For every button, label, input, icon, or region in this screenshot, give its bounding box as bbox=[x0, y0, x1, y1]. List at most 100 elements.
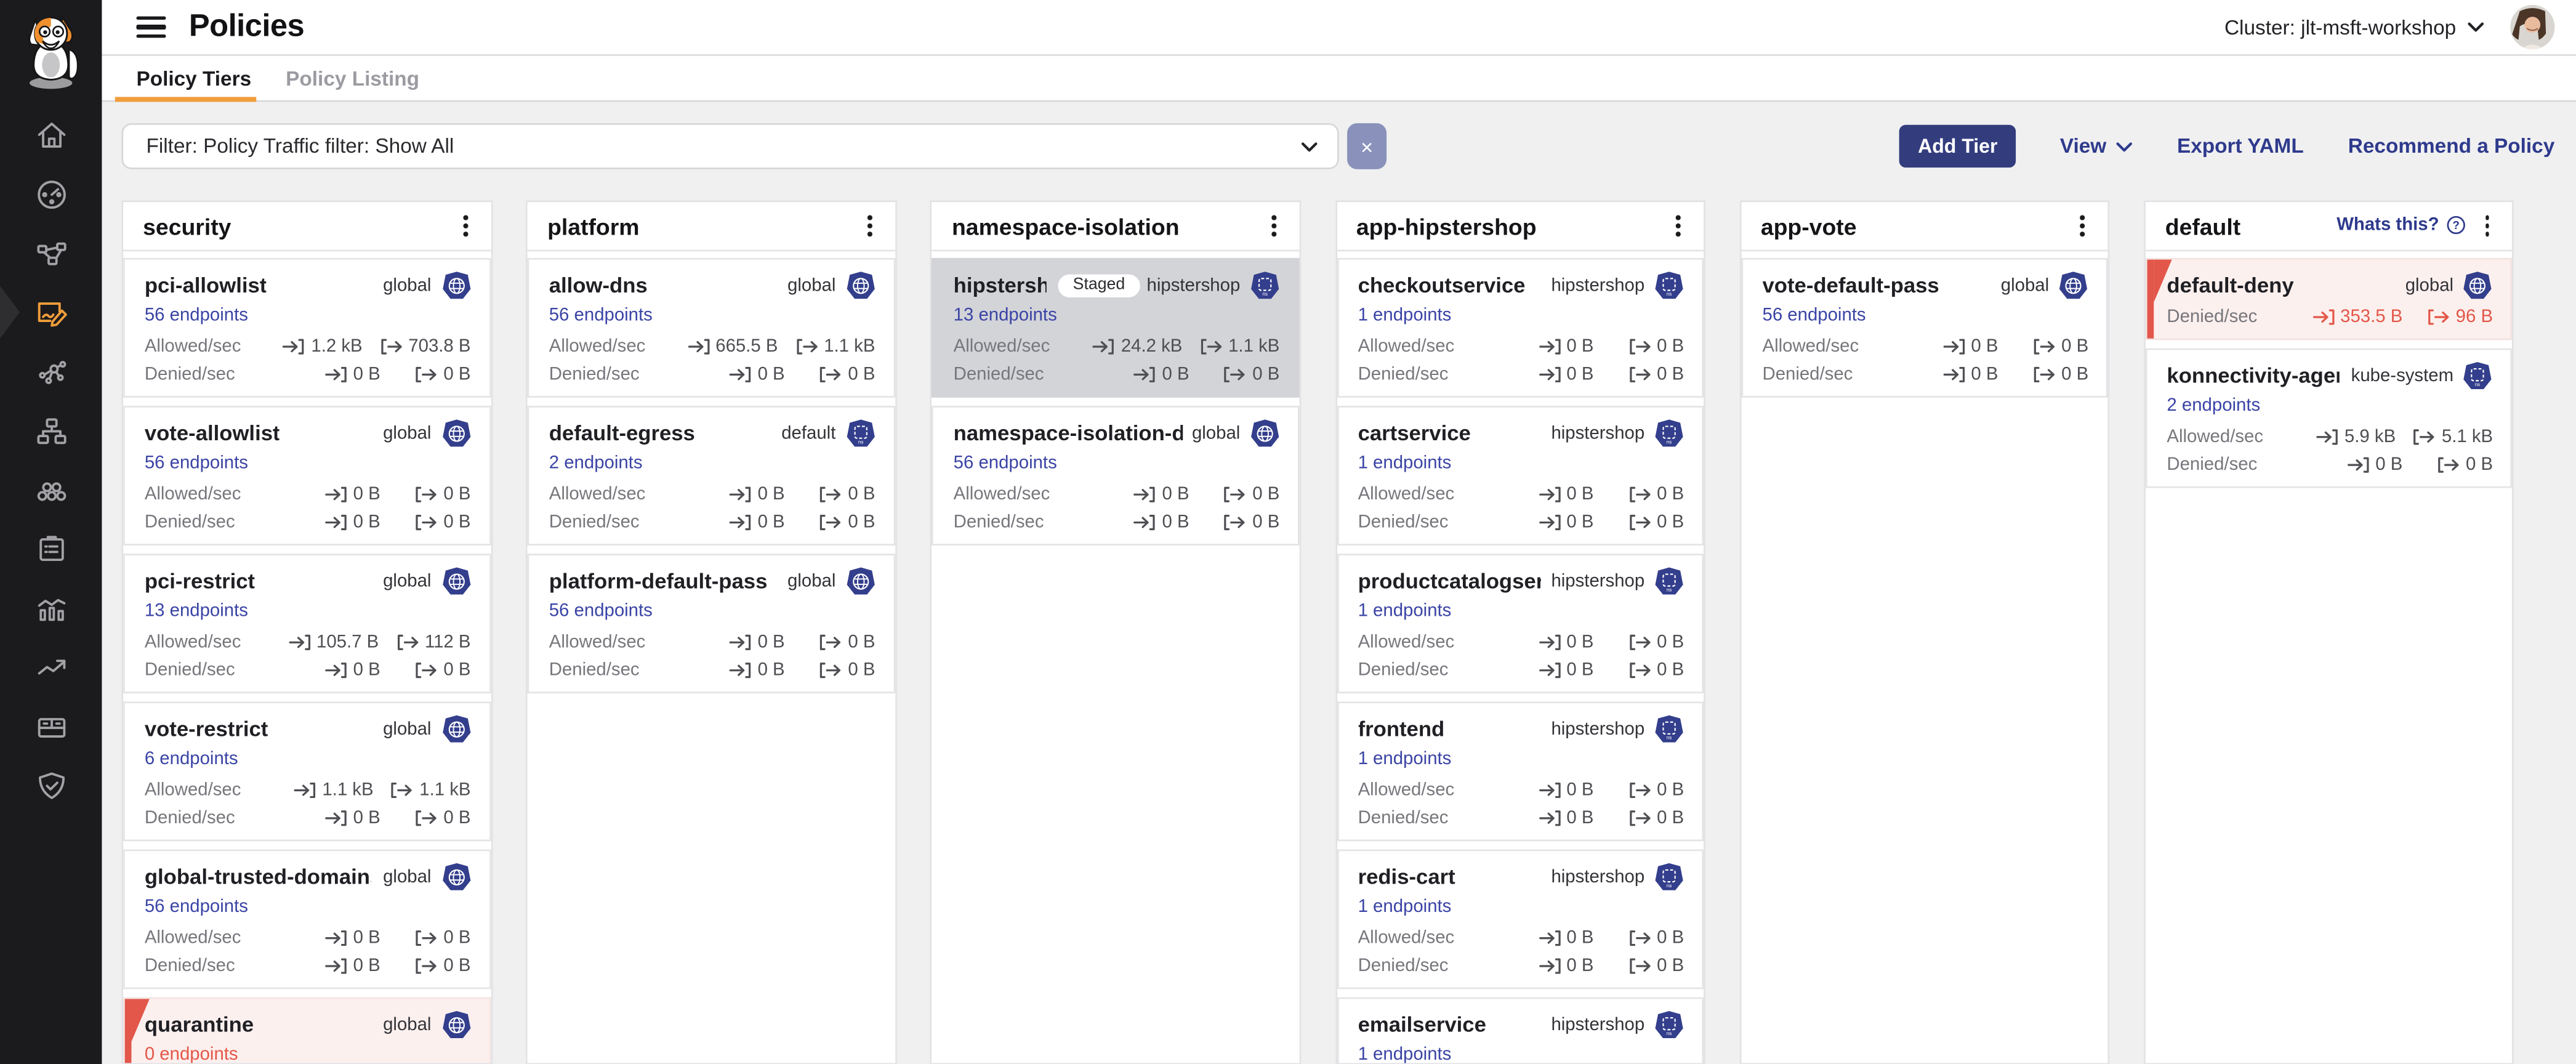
sidebar-item-service-graph[interactable] bbox=[0, 224, 102, 283]
card-list: default-deny global Denied/sec 353.5 B bbox=[2146, 258, 2513, 488]
policy-card[interactable]: emailservice hipstershop ns 1 endpoints … bbox=[1337, 997, 1704, 1064]
allowed-in-value: 0 B bbox=[758, 632, 785, 652]
tier-menu-kebab-icon[interactable] bbox=[1265, 210, 1283, 241]
policy-card[interactable]: redis-cart hipstershop ns 1 endpoints Al… bbox=[1337, 850, 1704, 989]
tier-menu-kebab-icon[interactable] bbox=[2074, 210, 2092, 241]
endpoints-link[interactable]: 56 endpoints bbox=[145, 897, 248, 917]
ingress-traffic-icon bbox=[1943, 366, 1965, 383]
namespace-scope-icon: ns bbox=[2463, 361, 2493, 390]
tier-menu-kebab-icon[interactable] bbox=[1670, 210, 1688, 241]
endpoints-link[interactable]: 1 endpoints bbox=[1358, 602, 1452, 621]
endpoints-link[interactable]: 56 endpoints bbox=[549, 305, 653, 325]
policy-card[interactable]: checkoutservice hipstershop ns 1 endpoin… bbox=[1337, 258, 1704, 398]
whats-this-link[interactable]: Whats this? ? bbox=[2337, 216, 2465, 236]
endpoints-link[interactable]: 1 endpoints bbox=[1358, 305, 1452, 325]
policy-card[interactable]: quarantine global 0 endpoints bbox=[123, 997, 490, 1064]
clear-filter-button[interactable]: × bbox=[1347, 123, 1387, 169]
namespace-scope-icon: ns bbox=[1654, 1010, 1684, 1039]
policy-card[interactable]: global-trusted-domains global 56 endpoin… bbox=[123, 850, 490, 989]
policy-scope-label: global bbox=[2405, 275, 2453, 295]
shield-check-icon bbox=[34, 768, 68, 802]
endpoints-link[interactable]: 2 endpoints bbox=[2167, 396, 2260, 416]
endpoints-link[interactable]: 56 endpoints bbox=[549, 602, 653, 621]
endpoints-link[interactable]: 56 endpoints bbox=[145, 453, 248, 473]
policy-card[interactable]: namespace-isolation-default-p… global 56… bbox=[932, 406, 1299, 546]
policy-card[interactable]: default-deny global Denied/sec 353.5 B bbox=[2146, 258, 2513, 340]
policy-card[interactable]: vote-restrict global 6 endpoints Allowed… bbox=[123, 701, 490, 841]
sidebar-item-threat-defense[interactable] bbox=[0, 756, 102, 815]
policy-filter-select[interactable]: Filter: Policy Traffic filter: Show All bbox=[121, 123, 1338, 169]
sidebar-item-trend[interactable] bbox=[0, 637, 102, 696]
svg-text:ns: ns bbox=[1667, 1030, 1672, 1036]
tab-policy-tiers[interactable]: Policy Tiers bbox=[136, 66, 251, 89]
image-assurance-icon bbox=[34, 709, 68, 743]
hamburger-menu-icon[interactable] bbox=[136, 15, 166, 38]
egress-traffic-icon bbox=[416, 662, 437, 679]
egress-traffic-icon bbox=[820, 662, 842, 679]
sidebar-item-dashboard[interactable] bbox=[0, 164, 102, 224]
home-icon bbox=[34, 118, 68, 152]
policy-card[interactable]: frontend hipstershop ns 1 endpoints Allo… bbox=[1337, 701, 1704, 841]
endpoints-link[interactable]: 1 endpoints bbox=[1358, 749, 1452, 769]
denied-per-sec-row: Denied/sec 0 B 0 B bbox=[1358, 808, 1684, 828]
tab-policy-listing[interactable]: Policy Listing bbox=[286, 66, 419, 89]
sidebar-item-image-assurance[interactable] bbox=[0, 696, 102, 756]
endpoints-link[interactable]: 1 endpoints bbox=[1358, 1045, 1452, 1064]
tier-menu-kebab-icon[interactable] bbox=[456, 210, 474, 241]
card-list: vote-default-pass global 56 endpoints Al… bbox=[1741, 258, 2108, 398]
denied-per-sec-row: Denied/sec 0 B 0 B bbox=[145, 808, 471, 828]
sidebar-item-flow-viz[interactable] bbox=[0, 342, 102, 401]
endpoints-link[interactable]: 1 endpoints bbox=[1358, 897, 1452, 917]
policy-card[interactable]: pci-allowlist global 56 endpoints Allowe… bbox=[123, 258, 490, 398]
endpoints-link[interactable]: 1 endpoints bbox=[1358, 453, 1452, 473]
allowed-out-value: 1.1 kB bbox=[419, 780, 470, 800]
policy-card[interactable]: default-egress default ns 2 endpoints Al… bbox=[528, 406, 895, 546]
endpoints-link[interactable]: 13 endpoints bbox=[954, 305, 1057, 325]
endpoints-link[interactable]: 56 endpoints bbox=[954, 453, 1057, 473]
cluster-selector[interactable]: Cluster: jlt-msft-workshop bbox=[2224, 15, 2484, 38]
sidebar-item-network-sets[interactable] bbox=[0, 401, 102, 460]
allowed-label: Allowed/sec bbox=[1358, 780, 1455, 800]
sidebar-item-compliance[interactable] bbox=[0, 519, 102, 578]
sidebar-item-timeline[interactable] bbox=[0, 578, 102, 637]
endpoints-link[interactable]: 2 endpoints bbox=[549, 453, 643, 473]
add-tier-button[interactable]: Add Tier bbox=[1900, 125, 2016, 167]
policy-card[interactable]: platform-default-pass global 56 endpoint… bbox=[528, 554, 895, 693]
policy-card[interactable]: konnectivity-agent kube-system ns 2 endp… bbox=[2146, 349, 2513, 488]
tier-menu-kebab-icon[interactable] bbox=[861, 210, 879, 241]
policy-name: konnectivity-agent bbox=[2167, 363, 2339, 388]
denied-per-sec-row: Denied/sec 0 B 0 B bbox=[1358, 513, 1684, 533]
egress-traffic-icon bbox=[1629, 958, 1651, 975]
policy-card[interactable]: vote-allowlist global 56 endpoints Allow… bbox=[123, 406, 490, 546]
tier-column-app-vote: app-vote vote-default-pass global 56 end… bbox=[1739, 201, 2110, 1064]
endpoints-link[interactable]: 56 endpoints bbox=[145, 305, 248, 325]
endpoints-link[interactable]: 6 endpoints bbox=[145, 749, 238, 769]
allowed-label: Allowed/sec bbox=[145, 780, 241, 800]
policy-card[interactable]: productcatalogservice hipstershop ns 1 e… bbox=[1337, 554, 1704, 693]
policy-card[interactable]: vote-default-pass global 56 endpoints Al… bbox=[1741, 258, 2108, 398]
svg-text:ns: ns bbox=[1262, 291, 1268, 296]
policy-card[interactable]: hipstershop-gh… Staged hipstershop ns 13… bbox=[932, 258, 1299, 398]
sidebar-item-endpoints[interactable] bbox=[0, 460, 102, 519]
endpoints-link[interactable]: 56 endpoints bbox=[1762, 305, 1866, 325]
denied-out-value: 0 B bbox=[1657, 956, 1684, 976]
tier-menu-kebab-icon[interactable] bbox=[2479, 210, 2497, 241]
sidebar-item-home[interactable] bbox=[0, 105, 102, 164]
user-avatar[interactable] bbox=[2510, 5, 2554, 49]
endpoints-link[interactable]: 0 endpoints bbox=[145, 1045, 238, 1064]
policy-card[interactable]: pci-restrict global 13 endpoints Allowed… bbox=[123, 554, 490, 693]
endpoints-link[interactable]: 13 endpoints bbox=[145, 602, 248, 621]
export-yaml-button[interactable]: Export YAML bbox=[2177, 135, 2304, 158]
view-dropdown[interactable]: View bbox=[2060, 135, 2133, 158]
global-scope-icon bbox=[845, 566, 875, 595]
policy-card[interactable]: cartservice hipstershop ns 1 endpoints A… bbox=[1337, 406, 1704, 546]
policy-card[interactable]: allow-dns global 56 endpoints Allowed/se… bbox=[528, 258, 895, 398]
cluster-label: Cluster: jlt-msft-workshop bbox=[2224, 15, 2456, 38]
denied-label: Denied/sec bbox=[549, 365, 640, 384]
ingress-traffic-icon bbox=[1539, 486, 1560, 503]
sidebar-item-policies[interactable] bbox=[0, 283, 102, 342]
allowed-label: Allowed/sec bbox=[1762, 337, 1859, 357]
endpoints-pods-icon bbox=[34, 472, 68, 507]
global-scope-icon bbox=[441, 714, 470, 743]
recommend-policy-button[interactable]: Recommend a Policy bbox=[2348, 135, 2555, 158]
